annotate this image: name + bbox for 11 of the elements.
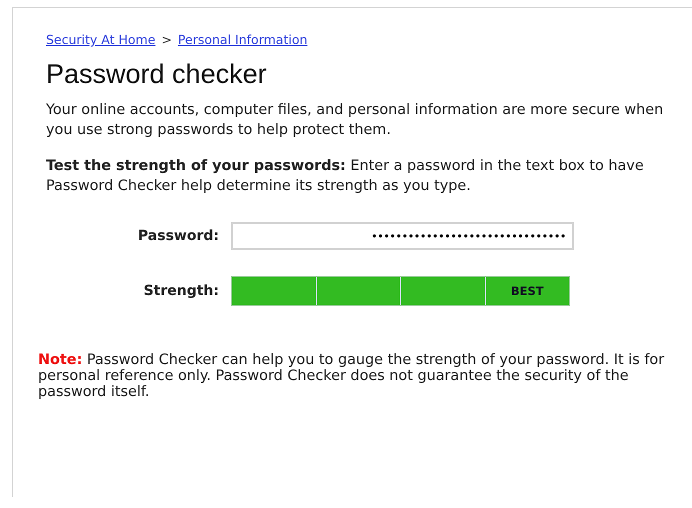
page-title: Password checker — [46, 59, 268, 90]
breadcrumb-separator: > — [161, 32, 172, 47]
breadcrumb-link[interactable]: Security At Home — [46, 32, 156, 47]
instructions-text: Test the strength of your passwords: Enter a password in the text box to have Password Checker help determine its strength as you type. — [46, 157, 645, 196]
password-field[interactable]: •••••••••••••••••••••••••••••••• — [231, 222, 574, 250]
breadcrumb-link[interactable]: Personal Information — [178, 32, 308, 47]
note-text: Note: Password Checker can help you to gauge the strength of your password. It is for personal reference only. Password Checker does not guarantee the security of the password itself. — [38, 352, 666, 400]
strength-rating: BEST — [510, 284, 544, 298]
strength-label: Strength: — [142, 283, 219, 299]
intro-text: Your online accounts, computer files, and personal information are more secure when you use strong passwords to help protect them. — [46, 101, 664, 140]
password-label: Password: — [136, 228, 219, 244]
